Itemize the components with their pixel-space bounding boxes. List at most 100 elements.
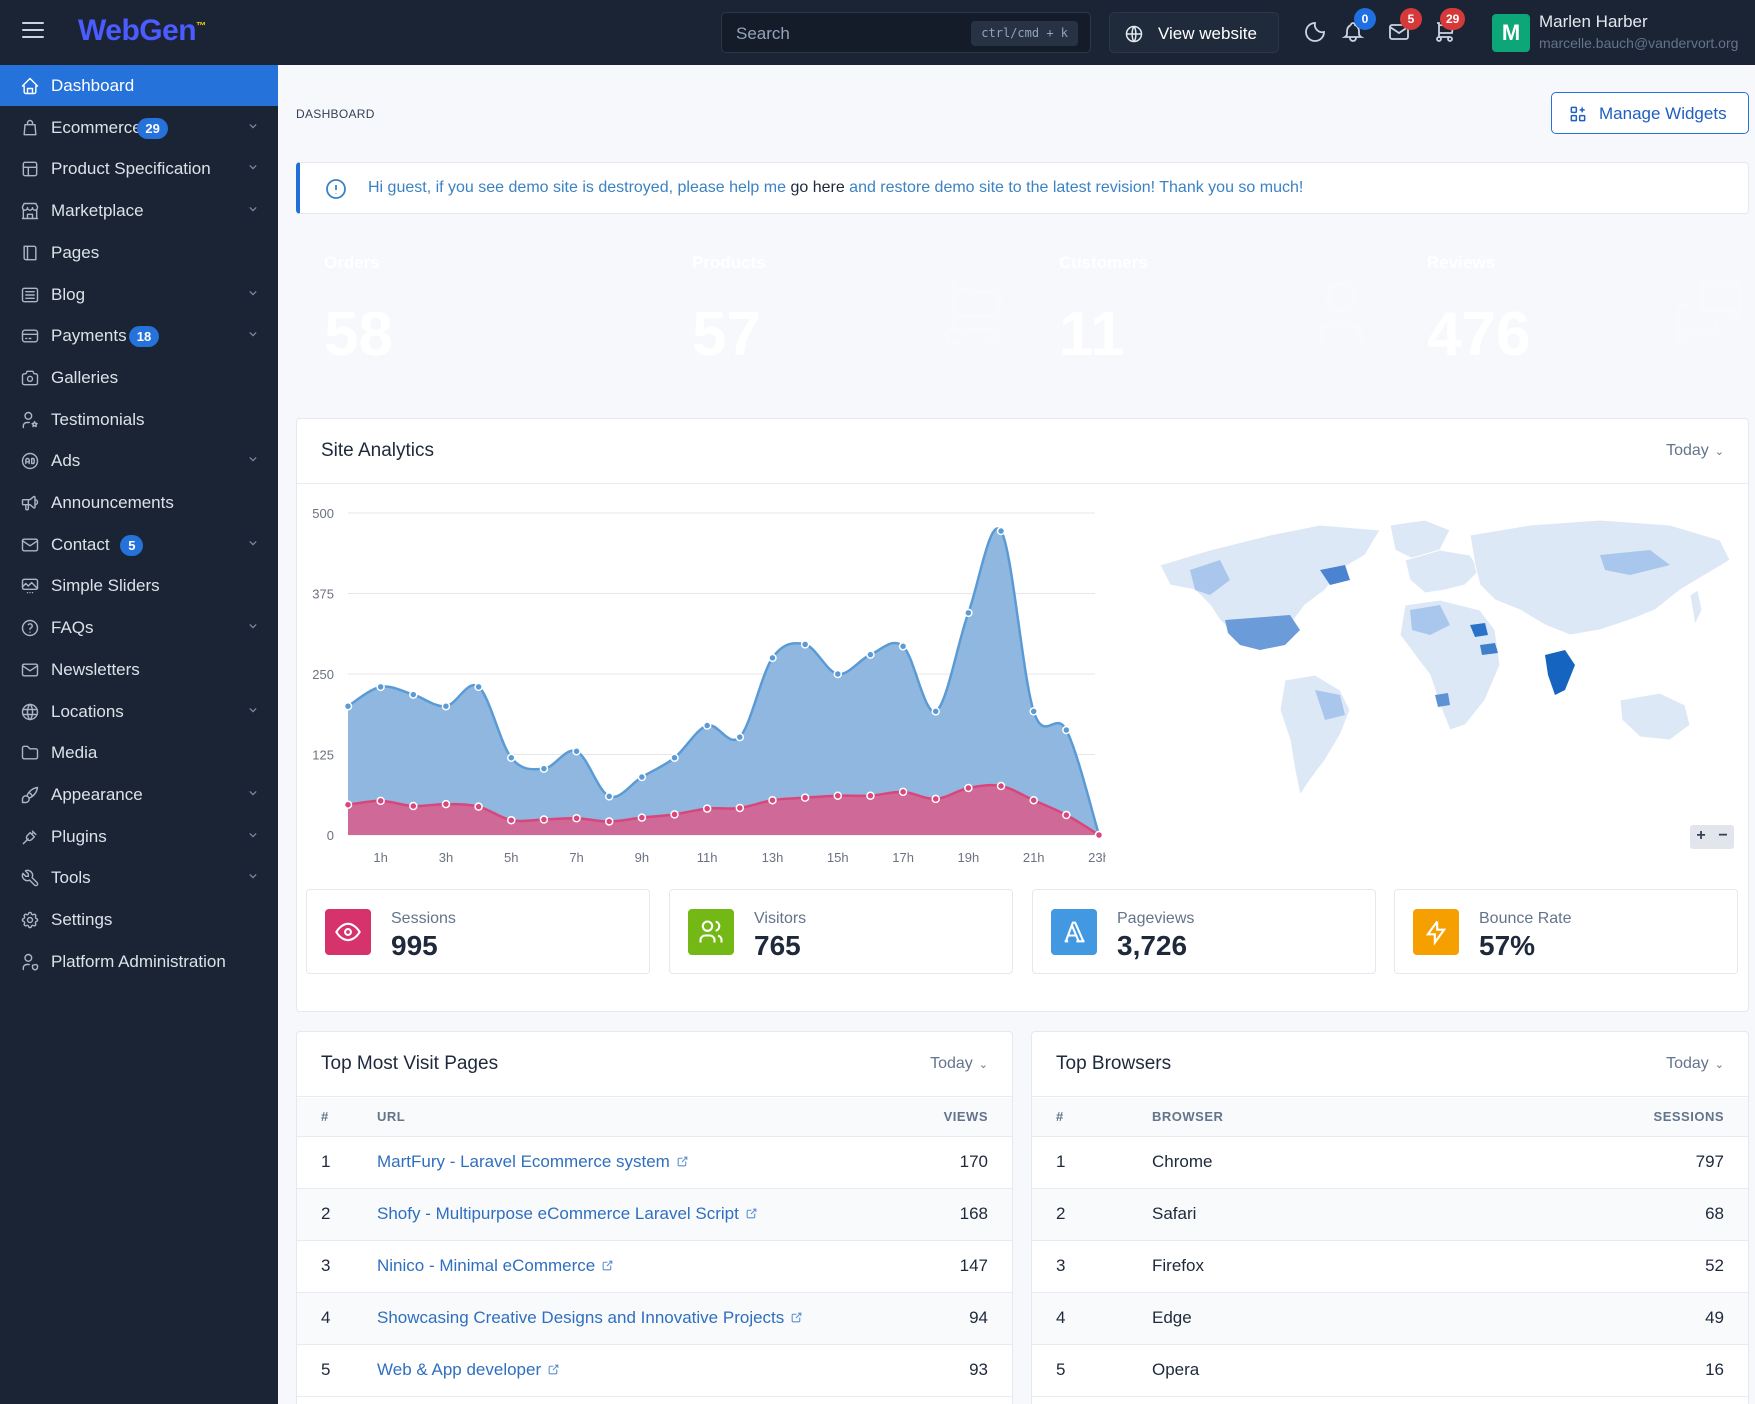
bag-icon <box>23 119 37 136</box>
user-icon <box>1318 280 1364 343</box>
search-placeholder: Search <box>736 24 790 43</box>
visitors-metric: Visitors 765 <box>669 889 1013 974</box>
data-point <box>409 801 418 811</box>
page-link[interactable]: MartFury - Laravel Ecommerce system <box>377 1152 670 1171</box>
x-tick-label: 5h <box>504 850 518 865</box>
bolt-icon <box>1425 920 1447 946</box>
menu-toggle-icon[interactable] <box>22 22 44 42</box>
chart-icon <box>628 313 636 323</box>
messages-badge: 5 <box>1400 8 1422 30</box>
sidebar-item-appearance[interactable]: Appearance <box>0 774 278 815</box>
views-cell: 170 <box>902 1136 1012 1189</box>
sidebar-item-platform-administration[interactable]: Platform Administration <box>0 941 278 982</box>
reviews-stat-card[interactable]: Reviews 476 <box>1399 233 1748 399</box>
breadcrumb[interactable]: DASHBOARD <box>296 107 375 121</box>
top-pages-period-dropdown[interactable]: Today ⌄ <box>930 1055 988 1073</box>
sidebar-item-label: Ecommerce <box>51 117 142 137</box>
data-point <box>670 753 679 762</box>
products-stat-card[interactable]: Products 57 <box>664 233 1013 399</box>
x-tick-label: 19h <box>958 850 980 865</box>
sidebar-item-announcements[interactable]: Announcements <box>0 482 278 523</box>
world-map[interactable] <box>1150 515 1740 815</box>
sidebar-item-ecommerce[interactable]: Ecommerce 29 <box>0 107 278 148</box>
browser-cell: Edge <box>1152 1292 1608 1345</box>
row-number: 3 <box>1032 1240 1152 1293</box>
sidebar-item-label: Marketplace <box>51 201 144 221</box>
chevron-down-icon <box>249 624 257 629</box>
page-link[interactable]: Shofy - Multipurpose eCommerce Laravel S… <box>377 1204 739 1223</box>
sidebar-item-testimonials[interactable]: Testimonials <box>0 399 278 440</box>
analytics-period-dropdown[interactable]: Today ⌄ <box>1666 442 1724 460</box>
sidebar-item-label: Platform Administration <box>51 951 226 971</box>
external-link-icon <box>746 1208 757 1219</box>
sidebar-item-blog[interactable]: Blog <box>0 274 278 315</box>
card-title: Site Analytics <box>321 440 434 461</box>
sidebar-item-locations[interactable]: Locations <box>0 691 278 732</box>
user-name[interactable]: Marlen Harber <box>1539 12 1648 32</box>
alert-text-start: Hi guest, if you see demo site is destro… <box>368 179 791 196</box>
top-browsers-card: Top Browsers Today ⌄ # BROWSER SESSIONS 1… <box>1031 1031 1749 1404</box>
sidebar-item-simple-sliders[interactable]: Simple Sliders <box>0 565 278 606</box>
sidebar-item-contact[interactable]: Contact 5 <box>0 524 278 565</box>
card-header: Site Analytics Today ⌄ <box>297 419 1748 484</box>
data-point <box>702 721 712 730</box>
customers-stat-card[interactable]: Customers 11 <box>1031 233 1380 399</box>
sidebar-item-label: Contact <box>51 534 110 554</box>
sidebar-item-marketplace[interactable]: Marketplace <box>0 190 278 231</box>
moon-icon[interactable] <box>1303 20 1327 44</box>
mail-icon <box>21 538 39 552</box>
sidebar-item-faqs[interactable]: FAQs <box>0 607 278 648</box>
page-link[interactable]: Ninico - Minimal eCommerce <box>377 1256 595 1275</box>
external-link-icon <box>602 1260 613 1271</box>
logo[interactable]: WebGen™ <box>78 14 206 48</box>
sidebar-item-payments[interactable]: Payments 18 <box>0 315 278 356</box>
stat-value: 57 <box>692 300 761 369</box>
data-point <box>572 747 581 756</box>
sidebar-item-tools[interactable]: Tools <box>0 857 278 898</box>
stat-label: Orders <box>324 253 380 272</box>
zoom-in-button[interactable]: + <box>1690 827 1712 845</box>
cart-icon <box>944 280 1004 346</box>
sidebar-item-badge: 29 <box>137 117 168 139</box>
avatar[interactable]: M <box>1492 14 1530 52</box>
search-input[interactable]: Search ctrl/cmd + k <box>721 12 1091 53</box>
sidebar-item-newsletters[interactable]: Newsletters <box>0 649 278 690</box>
sidebar-item-ads[interactable]: Ads <box>0 440 278 481</box>
table-row: 5 Web & App developer 93 <box>297 1344 1012 1397</box>
sidebar-item-dashboard[interactable]: Dashboard <box>0 65 278 106</box>
page-link[interactable]: Showcasing Creative Designs and Innovati… <box>377 1308 784 1327</box>
data-point <box>539 764 549 773</box>
sidebar-item-settings[interactable]: Settings <box>0 899 278 940</box>
info-circle-icon <box>326 179 346 199</box>
brush-icon <box>21 786 39 804</box>
page-link[interactable]: Web & App developer <box>377 1360 541 1379</box>
sidebar-item-plugins[interactable]: Plugins <box>0 816 278 857</box>
y-tick-label: 0 <box>327 828 334 843</box>
top-browsers-period-dropdown[interactable]: Today ⌄ <box>1666 1055 1724 1073</box>
orders-stat-card[interactable]: Orders 58 <box>296 233 645 399</box>
data-point <box>474 802 483 811</box>
table-row: 4 Showcasing Creative Designs and Innovat… <box>297 1292 1012 1345</box>
data-point <box>604 792 614 801</box>
view-website-button[interactable]: View website <box>1109 12 1279 53</box>
messages-icon <box>1676 280 1742 350</box>
zoom-out-button[interactable]: − <box>1712 827 1734 845</box>
sessions-cell: 49 <box>1608 1292 1748 1345</box>
views-cell: 168 <box>902 1188 1012 1241</box>
sidebar-item-label: Blog <box>51 284 86 304</box>
sidebar-item-media[interactable]: Media <box>0 732 278 773</box>
sidebar-item-galleries[interactable]: Galleries <box>0 357 278 398</box>
data-point <box>964 783 973 793</box>
sidebar-item-pages[interactable]: Pages <box>0 232 278 273</box>
data-point <box>507 753 516 762</box>
sidebar-item-product-specification[interactable]: Product Specification <box>0 148 278 189</box>
stat-value: 58 <box>324 300 393 369</box>
page-url-cell: Ninico - Minimal eCommerce <box>377 1240 902 1293</box>
x-tick-label: 21h <box>1023 850 1045 865</box>
metric-label: Pageviews <box>1117 910 1195 927</box>
chevron-down-icon <box>249 790 257 796</box>
manage-widgets-button[interactable]: Manage Widgets <box>1551 92 1749 134</box>
alert-link[interactable]: go here <box>790 179 844 196</box>
folder-icon <box>21 745 39 760</box>
table-row: 5 Opera 16 <box>1032 1344 1748 1397</box>
